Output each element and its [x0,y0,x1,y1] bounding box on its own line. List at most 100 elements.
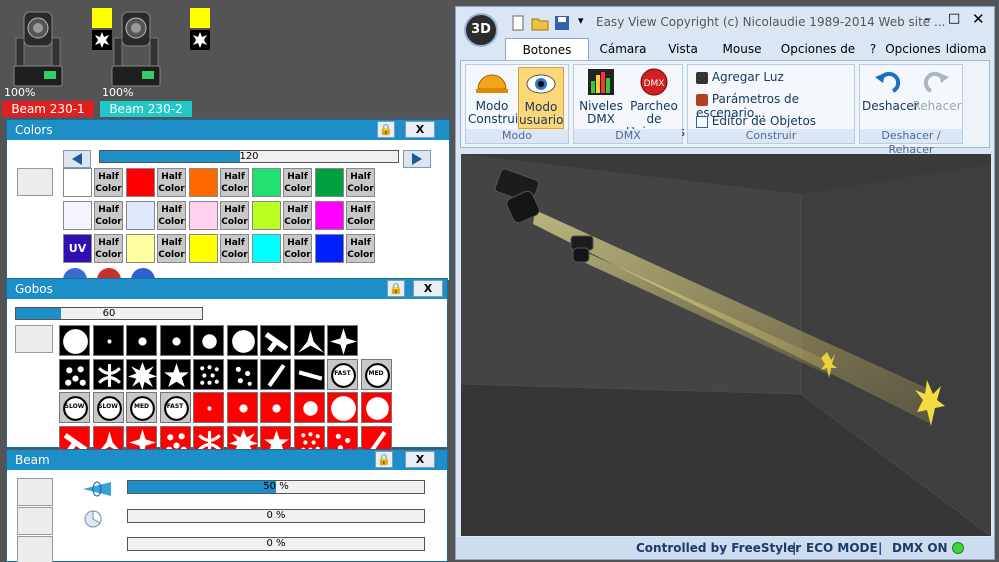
slider-left-button[interactable] [63,150,91,168]
quick-access-dropdown-icon[interactable]: ▾ [578,14,584,27]
color-swatch[interactable] [126,168,155,197]
gobo-button[interactable] [260,392,291,423]
half-color-button[interactable]: Half Color [283,168,312,197]
gobo-button[interactable] [327,392,358,423]
modo-usuario-button[interactable]: Modo usuario [518,67,564,129]
new-file-icon[interactable] [510,15,526,31]
close-button[interactable]: X [405,121,435,138]
close-button[interactable]: X [405,451,435,468]
3d-viewport[interactable] [461,154,991,536]
color-open-button[interactable] [17,168,53,196]
gobo-button[interactable] [226,392,258,423]
beam-button-2[interactable] [17,507,53,535]
lock-icon[interactable]: 🔒 [387,280,405,297]
lock-icon[interactable]: 🔒 [375,451,393,468]
color-swatch[interactable] [315,168,344,197]
color-swatch[interactable] [315,201,344,230]
color-swatch[interactable] [252,234,281,263]
color-swatch[interactable] [63,201,92,230]
beam-bar-1[interactable]: 50 % [127,480,425,494]
tab-opciones-de-red[interactable]: Opciones de re [776,38,860,78]
tab-botones[interactable]: Botones están [505,38,589,79]
agregar-luz-button[interactable]: Agregar Luz [696,70,784,84]
gobo-button[interactable] [92,325,124,356]
gobo-button[interactable] [260,359,291,390]
tab-idioma[interactable]: Idioma [944,38,988,60]
modo-construir-button[interactable]: Modo Construir [468,67,523,129]
color-swatch[interactable] [252,201,281,230]
half-color-button[interactable]: Half Color [157,234,186,263]
color-swatch[interactable] [252,168,281,197]
half-color-button[interactable]: Half Color [220,168,249,197]
gobo-button[interactable] [126,359,157,390]
gobo-open-button[interactable] [15,325,53,353]
gobo-slider[interactable]: 60 [15,307,203,320]
tab-opciones[interactable]: Opciones [884,38,942,60]
half-color-button[interactable]: Half Color [157,168,186,197]
color-swatch[interactable] [126,201,155,230]
gobo-button[interactable] [293,392,325,423]
beam-bar-2[interactable]: 0 % [127,509,425,523]
half-color-button[interactable]: Half Color [220,234,249,263]
deshacer-button[interactable]: Deshacer [862,67,919,129]
slider-right-button[interactable] [403,150,431,168]
color-swatch[interactable] [189,168,218,197]
gobo-speed-button[interactable]: SLOW [92,392,124,423]
half-color-button[interactable]: Half Color [346,234,375,263]
save-icon[interactable] [554,15,570,31]
beam-button-1[interactable] [17,478,53,506]
half-color-button[interactable]: Half Color [346,168,375,197]
close-button[interactable]: X [413,280,443,297]
gobo-button[interactable] [193,392,224,423]
gobo-button[interactable] [293,359,325,390]
half-color-button[interactable]: Half Color [220,201,249,230]
gobo-button[interactable] [159,359,191,390]
color-swatch[interactable] [189,201,218,230]
minimize-button[interactable]: – [924,11,931,27]
gobo-button[interactable] [226,359,258,390]
gobo-speed-button[interactable]: FAST [159,392,191,423]
niveles-dmx-button[interactable]: Niveles DMX [576,67,626,129]
beam-button-3[interactable] [17,536,53,562]
gobo-button[interactable] [226,325,258,356]
gobo-button[interactable] [92,359,124,390]
tab-help[interactable]: ? [864,38,882,60]
lock-icon[interactable]: 🔒 [377,121,395,138]
close-window-button[interactable]: ✕ [972,10,985,28]
open-folder-icon[interactable] [531,15,549,31]
gobo-button[interactable] [59,359,90,390]
uv-swatch[interactable]: UV [63,234,92,263]
half-color-button[interactable]: Half Color [94,234,123,263]
color-swatch[interactable] [126,234,155,263]
gobo-speed-button[interactable]: FAST [327,359,358,390]
gobo-button[interactable] [193,359,224,390]
gobo-button[interactable] [260,325,291,356]
gobo-button[interactable] [327,325,358,356]
gobo-button[interactable] [193,325,224,356]
half-color-button[interactable]: Half Color [346,201,375,230]
tab-vista[interactable]: Vista [660,38,706,60]
fixture-card-2[interactable]: 100% Beam 230-2 [100,4,210,117]
beam-bar-3[interactable]: 0 % [127,537,425,551]
half-color-button[interactable]: Half Color [94,168,123,197]
gobo-button[interactable] [360,392,392,423]
color-slider[interactable]: 120 [99,150,399,163]
tab-mouse[interactable]: Mouse [718,38,766,60]
tab-camara[interactable]: Cámara [596,38,650,60]
half-color-button[interactable]: Half Color [283,234,312,263]
half-color-button[interactable]: Half Color [283,201,312,230]
parcheo-universos-button[interactable]: DMX Parcheo de Universos [626,67,685,139]
gobo-button[interactable] [293,325,325,356]
gobo-button[interactable] [59,325,90,356]
color-swatch[interactable] [63,168,92,197]
gobo-button[interactable] [159,325,191,356]
half-color-button[interactable]: Half Color [94,201,123,230]
color-swatch[interactable] [315,234,344,263]
gobo-speed-button[interactable]: SLOW [59,392,90,423]
gobo-speed-button[interactable]: MED [360,359,392,390]
gobo-button[interactable] [126,325,157,356]
gobo-speed-button[interactable]: MED [126,392,157,423]
half-color-button[interactable]: Half Color [157,201,186,230]
color-swatch[interactable] [189,234,218,263]
fixture-card-1[interactable]: 100% Beam 230-1 [2,4,112,117]
